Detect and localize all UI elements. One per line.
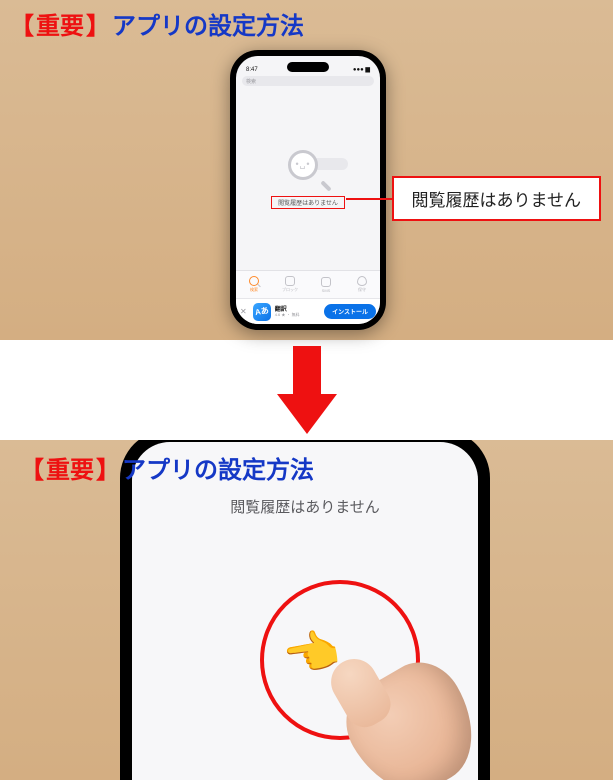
heading-important: 重要 xyxy=(36,6,84,41)
banner-close-icon[interactable]: ✕ xyxy=(240,307,247,316)
status-time: 8:47 xyxy=(246,67,258,73)
block-icon xyxy=(285,276,295,286)
search-icon xyxy=(249,276,259,286)
tab-protect-label: 保守 xyxy=(358,287,366,293)
down-arrow-icon xyxy=(277,346,337,434)
heading-title: アプリの設定方法 xyxy=(112,6,304,41)
tab-block-label: ブロック xyxy=(282,287,298,293)
bracket-close: 】 xyxy=(86,6,110,41)
banner-app-icon: Aあ xyxy=(253,303,271,321)
empty-state: •␣• 閲覧履歴はありません xyxy=(236,88,380,270)
tab-sms[interactable]: SMS xyxy=(308,271,344,298)
banner-install-button[interactable]: インストール xyxy=(324,304,376,319)
heading-bottom: 【 重要 】 アプリの設定方法 xyxy=(10,444,324,489)
phone-mockup-small: 8:47 ●●● ▆ 検索 •␣• 閲覧履歴はありません 検索 xyxy=(230,50,386,330)
tab-sms-label: SMS xyxy=(322,288,331,293)
top-panel: 【 重要 】 アプリの設定方法 8:47 ●●● ▆ 検索 •␣• 閲覧履歴はあ… xyxy=(0,0,613,340)
bracket-open: 【 xyxy=(20,450,44,485)
search-input[interactable]: 検索 xyxy=(242,76,374,86)
bottom-panel: 閲覧履歴はありません 検索 ブロック SMS 1 保守 xyxy=(0,440,613,780)
banner-app-icon-text: Aあ xyxy=(254,305,269,318)
status-icons: ●●● ▆ xyxy=(353,66,370,73)
shield-icon xyxy=(357,276,367,286)
banner-app-sub: 4.6 ★ ・ 無料 xyxy=(275,313,300,317)
callout-box: 閲覧履歴はありません xyxy=(392,176,602,221)
tab-search[interactable]: 検索 xyxy=(236,271,272,298)
tab-bar: 検索 ブロック SMS 保守 xyxy=(236,270,380,298)
bracket-close: 】 xyxy=(96,450,120,485)
bracket-open: 【 xyxy=(10,6,34,41)
heading-important: 重要 xyxy=(46,450,94,485)
tab-block[interactable]: ブロック xyxy=(272,271,308,298)
sms-icon xyxy=(321,277,331,287)
tab-search-label: 検索 xyxy=(250,287,258,293)
empty-state-text: 閲覧履歴はありません xyxy=(271,196,345,209)
app-install-banner: ✕ Aあ 翻訳 4.6 ★ ・ 無料 インストール xyxy=(236,298,380,324)
empty-state-text-large: 閲覧履歴はありません xyxy=(132,496,478,517)
dynamic-island xyxy=(287,62,329,72)
tab-protect[interactable]: 保守 xyxy=(344,271,380,298)
heading-top: 【 重要 】 アプリの設定方法 xyxy=(0,0,613,45)
heading-title: アプリの設定方法 xyxy=(122,450,314,485)
empty-magnifier-icon: •␣• xyxy=(288,150,328,190)
